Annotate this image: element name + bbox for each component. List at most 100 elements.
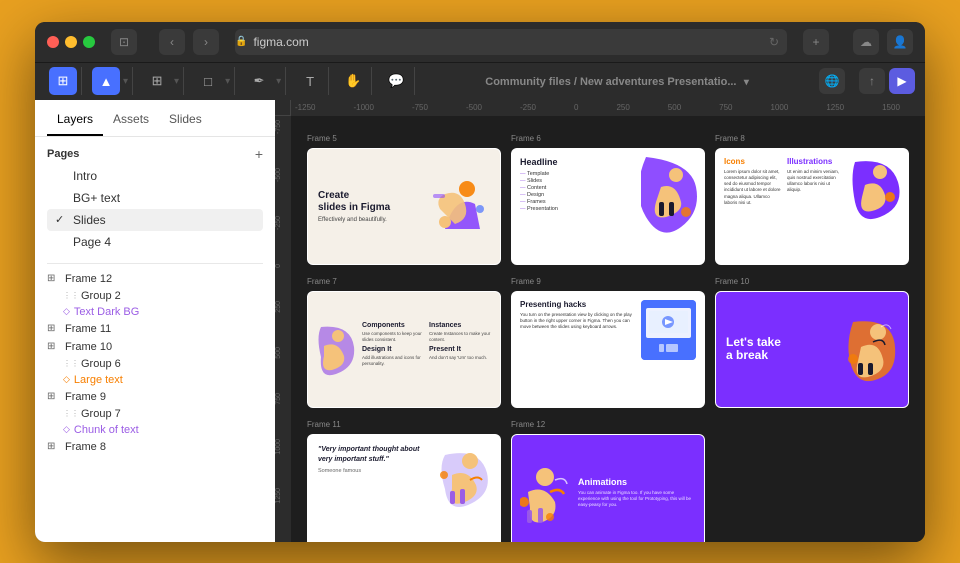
hash-icon-11: ⊞: [47, 323, 61, 334]
page-item-bg-text[interactable]: BG+ text: [47, 187, 263, 209]
slide7-content: Components Use components to keep your s…: [316, 322, 492, 377]
list-item: Slides: [520, 178, 635, 185]
slide5-svg: [425, 174, 490, 239]
hash-icon-9: ⊞: [47, 391, 61, 402]
frame-item-9[interactable]: ⊞ Frame 9: [35, 388, 275, 406]
slide-inner-9: Presenting hacks You turn on the present…: [512, 292, 704, 407]
pages-header: Pages +: [47, 147, 263, 161]
frame-label-10: Frame 10: [715, 277, 749, 286]
slide8-illus-text: Ut enim ad minim veniam, quis nostrud ex…: [787, 169, 844, 194]
tab-layers[interactable]: Layers: [47, 108, 103, 136]
slide-card-11[interactable]: "Very important thought aboutvery import…: [307, 434, 501, 542]
slide10-figure: [843, 317, 898, 382]
frame-item-11[interactable]: ⊞ Frame 11: [35, 320, 275, 338]
forward-button[interactable]: ›: [193, 29, 219, 55]
minimize-button[interactable]: [65, 36, 77, 48]
reload-icon[interactable]: ↻: [769, 35, 787, 49]
slide-card-5[interactable]: Createslides in Figma Effectively and be…: [307, 148, 501, 265]
share-button[interactable]: ↑: [859, 68, 885, 94]
tool-group-pen: ✒ ▾: [241, 67, 286, 95]
slide-inner-5: Createslides in Figma Effectively and be…: [308, 149, 500, 264]
tool-group-shape: □ ▾: [190, 67, 235, 95]
maximize-button[interactable]: [83, 36, 95, 48]
frame-text-dark-bg[interactable]: ◇ Text Dark BG: [35, 304, 275, 320]
figma-toolbar: ⊞ ▲ ▾ ⊞ ▾ □ ▾ ✒ ▾ T ✋ 💬 Community files …: [35, 62, 925, 100]
slide11-svg: [440, 445, 490, 510]
close-button[interactable]: [47, 36, 59, 48]
new-tab-button[interactable]: +: [803, 29, 829, 55]
diamond-icon-purple2: ◇: [63, 424, 70, 435]
slide7-figure: [316, 322, 356, 377]
slide-wrap-11: Frame 11 "Very important thought aboutve…: [307, 434, 501, 542]
slide11-left: "Very important thought aboutvery import…: [318, 445, 432, 475]
slide-card-10[interactable]: Let's takea break: [715, 291, 909, 408]
slide12-text: You can animate in Figma too. If you hav…: [578, 490, 696, 509]
slide-card-8[interactable]: Icons Lorem ipsum dolor sit amet, consec…: [715, 148, 909, 265]
pages-title: Pages: [47, 148, 79, 160]
slide5-illustration: [425, 174, 490, 239]
slide-card-7[interactable]: Components Use components to keep your s…: [307, 291, 501, 408]
page-item-intro[interactable]: Intro: [47, 165, 263, 187]
slide7-col2: Instances Create Instances to make your …: [429, 322, 492, 343]
frame-tool[interactable]: ⊞: [143, 67, 171, 95]
slide-content-5: Createslides in Figma Effectively and be…: [308, 149, 500, 264]
slide6-headline: Headline: [520, 157, 635, 167]
add-page-button[interactable]: +: [255, 147, 263, 161]
slide-card-9[interactable]: Presenting hacks You turn on the present…: [511, 291, 705, 408]
slide8-illus-title: Illustrations: [787, 157, 844, 166]
slide-card-12[interactable]: Animations You can animate in Figma too.…: [511, 434, 705, 542]
frame-label-11: Frame 11: [307, 420, 341, 429]
frame-label-12: Frame 12: [511, 420, 545, 429]
slide7-design-text: Add illustrations and icons for personal…: [362, 355, 425, 367]
diamond-icon: ◇: [63, 306, 70, 317]
frame-large-text[interactable]: ◇ Large text: [35, 372, 275, 388]
hand-tool[interactable]: ✋: [339, 67, 367, 95]
profile-icon[interactable]: 👤: [887, 29, 913, 55]
tool-group-comment: 💬: [378, 67, 415, 95]
slide-content-6: Headline Template Slides Content Design …: [512, 149, 704, 264]
frame-label-6: Frame 6: [511, 134, 541, 143]
slide-wrap-5: Frame 5 Createslides in Figma Effectivel…: [307, 148, 501, 265]
tool-group-hand: ✋: [335, 67, 372, 95]
frame-group7[interactable]: ⋮⋮ Group 7: [35, 406, 275, 422]
tab-assets[interactable]: Assets: [103, 108, 159, 136]
frame-group6[interactable]: ⋮⋮ Group 6: [35, 356, 275, 372]
sidebar-tab-bar: Layers Assets Slides: [35, 100, 275, 137]
comment-tool[interactable]: 💬: [382, 67, 410, 95]
slide8-icons-title: Icons: [724, 157, 781, 166]
frame-label-8: Frame 8: [715, 134, 745, 143]
pen-tool[interactable]: ✒: [245, 67, 273, 95]
canvas-area[interactable]: Frame 5 Createslides in Figma Effectivel…: [291, 116, 925, 542]
slide-card-6[interactable]: Headline Template Slides Content Design …: [511, 148, 705, 265]
ruler-vertical: -750 -500 -250 0 250 500 750 1000 1250: [275, 116, 291, 542]
page-item-slides[interactable]: ✓ Slides: [47, 209, 263, 231]
cursor-tool[interactable]: ▲: [92, 67, 120, 95]
frame-group2[interactable]: ⋮⋮ Group 2: [35, 288, 275, 304]
frame-item-10[interactable]: ⊞ Frame 10: [35, 338, 275, 356]
frame-label-5: Frame 5: [307, 134, 337, 143]
pages-section: Pages + Intro BG+ text ✓ Slides: [35, 137, 275, 257]
frame-item-12[interactable]: ⊞ Frame 12: [35, 270, 275, 288]
sidebar-toggle[interactable]: ⊡: [111, 29, 137, 55]
back-button[interactable]: ‹: [159, 29, 185, 55]
cloud-icon: ☁: [853, 29, 879, 55]
play-button[interactable]: ▶: [889, 68, 915, 94]
slide-wrap-12: Frame 12: [511, 434, 705, 542]
page-item-page4[interactable]: Page 4: [47, 231, 263, 253]
traffic-lights: [47, 36, 95, 48]
slide10-text: Let's takea break: [726, 336, 781, 362]
figma-menu-button[interactable]: ⊞: [49, 67, 77, 95]
frame-item-8[interactable]: ⊞ Frame 8: [35, 438, 275, 456]
address-bar[interactable]: 🔒 figma.com ↻: [235, 29, 787, 55]
text-tool[interactable]: T: [296, 67, 324, 95]
shape-tool[interactable]: □: [194, 67, 222, 95]
hash-icon-8: ⊞: [47, 441, 61, 452]
globe-icon[interactable]: 🌐: [819, 68, 845, 94]
slide8-icons-text: Lorem ipsum dolor sit amet, consectetur …: [724, 169, 781, 207]
tool-group-main: ⊞: [45, 67, 82, 95]
sidebar: Layers Assets Slides Pages + Intro: [35, 100, 275, 542]
frame-chunk-of-text[interactable]: ◇ Chunk of text: [35, 422, 275, 438]
slide10-svg: [843, 317, 898, 382]
tab-slides[interactable]: Slides: [159, 108, 212, 136]
slide7-col4: Present It And don't say 'Um' too much.: [429, 346, 492, 367]
